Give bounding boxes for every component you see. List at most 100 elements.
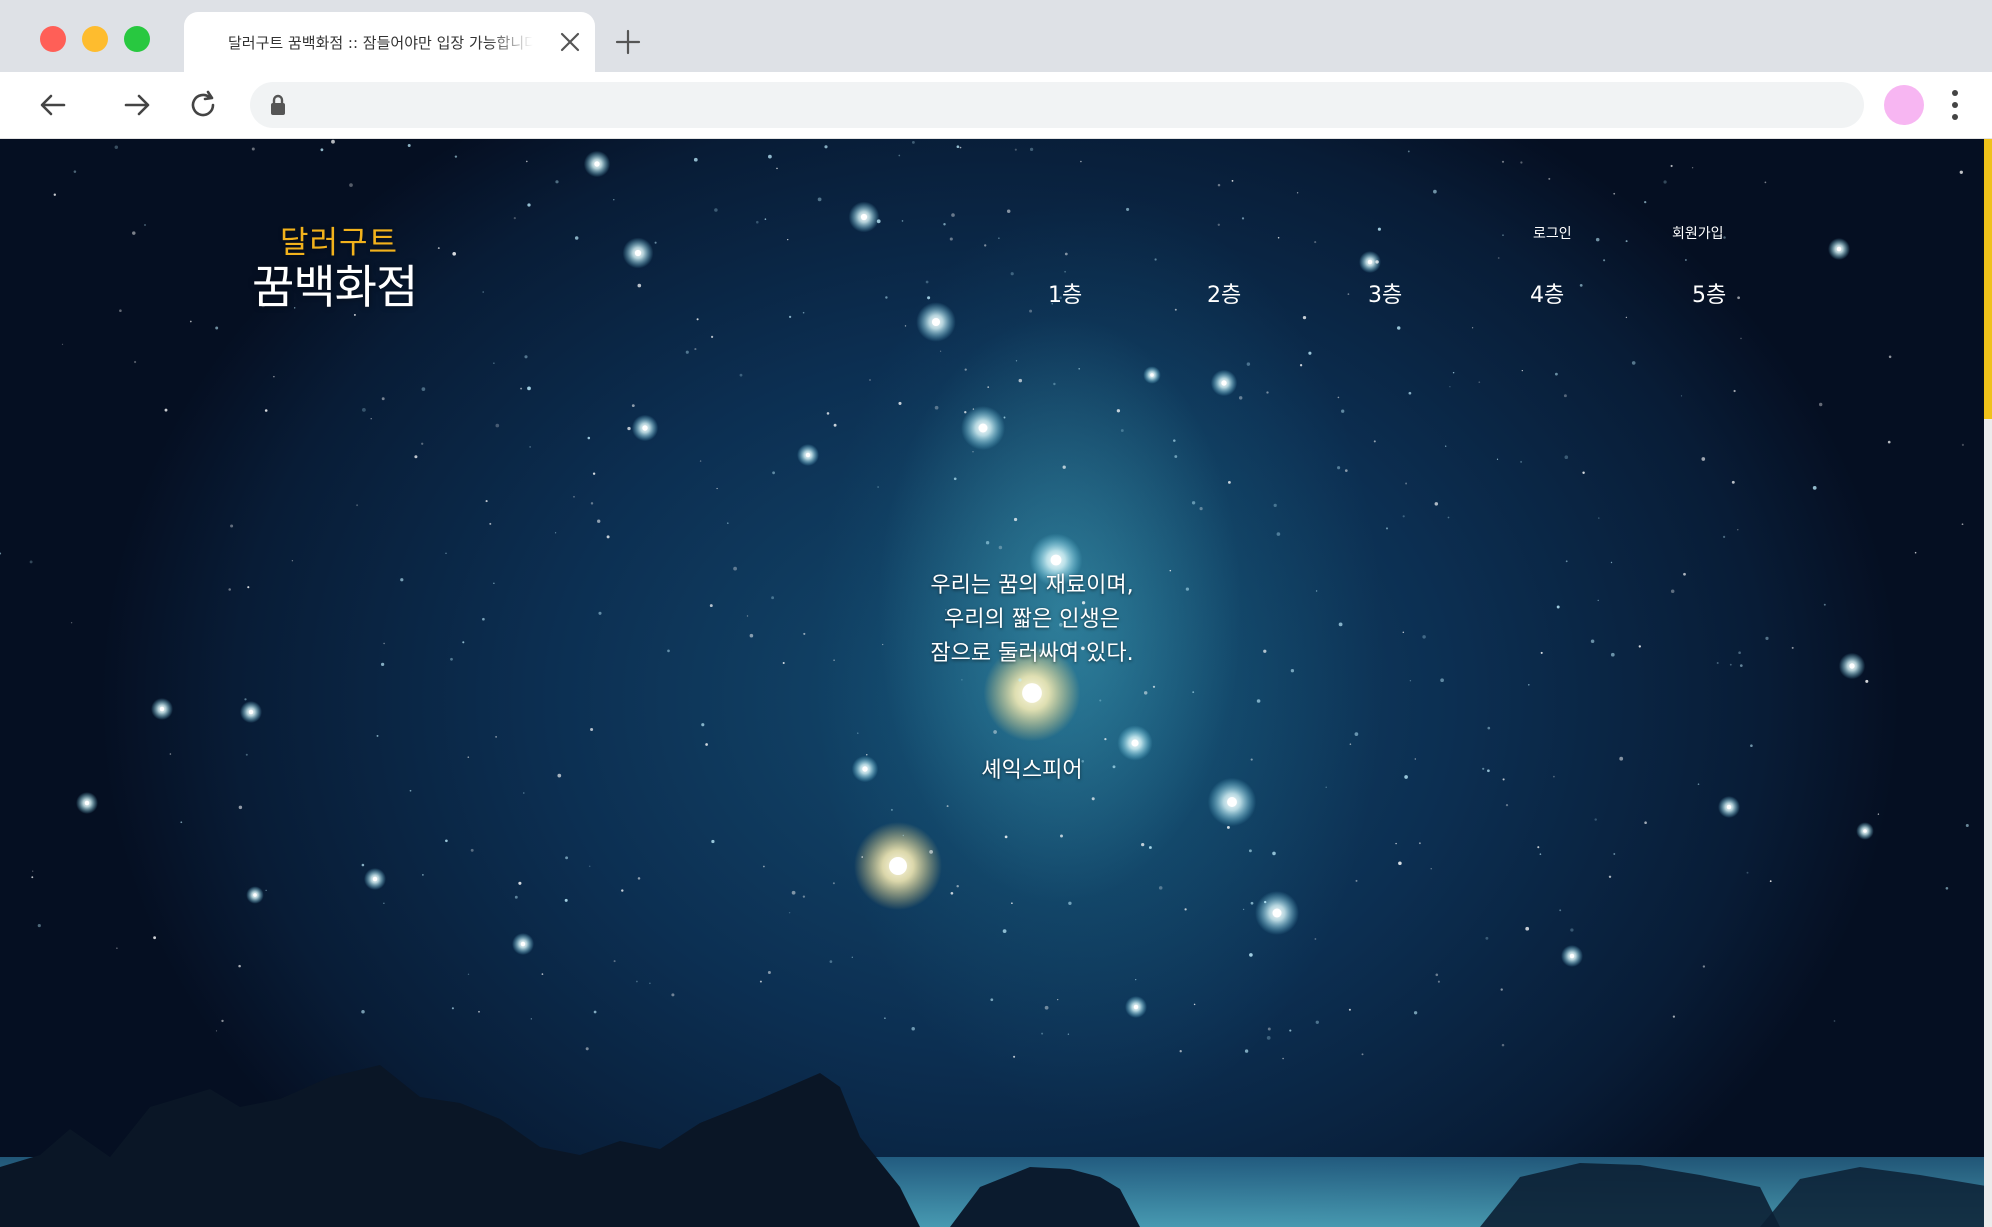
star-dust <box>1731 480 1735 484</box>
star-dust <box>939 350 942 352</box>
star-dust <box>1041 1032 1044 1035</box>
star-dust <box>1348 1008 1351 1011</box>
star-dust <box>265 889 267 891</box>
star-dust <box>1598 517 1600 519</box>
address-bar[interactable] <box>250 82 1864 128</box>
star-dust <box>445 839 448 843</box>
star-dust <box>1402 515 1405 518</box>
star-dust <box>597 519 601 523</box>
star-dust <box>1377 227 1381 231</box>
star-dust <box>613 199 615 201</box>
profile-avatar[interactable] <box>1884 85 1924 125</box>
star-dust <box>782 661 785 665</box>
star-dust <box>1594 818 1597 821</box>
star-dust <box>877 486 879 488</box>
star-dust <box>1729 663 1732 666</box>
star-dust <box>1595 237 1600 242</box>
arrow-left-icon[interactable] <box>36 88 70 122</box>
star-dust <box>437 247 440 250</box>
star-dust <box>1945 887 1949 890</box>
star-dust <box>557 773 562 778</box>
window-minimize-button[interactable] <box>82 26 108 52</box>
nav-floor-5[interactable]: 5층 <box>1692 277 1726 309</box>
star-dust <box>1289 1029 1292 1032</box>
star-dust <box>904 325 907 327</box>
browser-tab[interactable]: 달러구트 꿈백화점 :: 잠들어야만 입장 가능합니다 <box>184 12 595 72</box>
star-dust <box>972 408 975 410</box>
more-vertical-icon[interactable] <box>1944 86 1966 124</box>
arrow-right-icon[interactable] <box>120 88 154 122</box>
star-dust <box>1241 217 1245 220</box>
star <box>1726 804 1732 810</box>
window-maximize-button[interactable] <box>124 26 150 52</box>
star-dust <box>189 320 192 323</box>
star-dust <box>592 472 596 475</box>
mountain-silhouette <box>0 1065 1992 1227</box>
close-icon[interactable] <box>558 30 582 54</box>
star-dust <box>588 865 591 868</box>
star-dust <box>1078 368 1080 370</box>
star-dust <box>564 898 568 902</box>
star-dust <box>817 197 822 202</box>
star-dust <box>169 753 172 755</box>
nav-floor-1[interactable]: 1층 <box>1048 277 1082 309</box>
scrollbar-thumb[interactable] <box>1984 139 1992 419</box>
star-dust <box>1414 758 1416 760</box>
star-dust <box>1733 389 1736 393</box>
star-dust <box>898 401 902 405</box>
reload-icon[interactable] <box>186 88 220 122</box>
login-link[interactable]: 로그인 <box>1533 223 1572 243</box>
star-dust <box>890 808 893 811</box>
quote-line: 우리는 꿈의 재료이며, <box>930 573 1134 598</box>
plus-icon[interactable] <box>614 28 642 56</box>
star-dust <box>1250 901 1254 905</box>
site-logo[interactable]: 달러구트 꿈백화점 <box>250 211 430 321</box>
star-dust <box>1422 635 1426 639</box>
star-dust <box>1184 908 1187 911</box>
star-dust <box>1154 258 1157 261</box>
star-dust <box>32 870 34 872</box>
star-dust <box>1053 382 1056 386</box>
star-dust <box>1452 371 1455 374</box>
star-dust <box>1553 775 1555 778</box>
star-dust <box>356 504 359 507</box>
star-dust <box>802 895 806 898</box>
star-dust <box>520 387 523 390</box>
star-dust <box>1563 394 1567 398</box>
signup-link[interactable]: 회원가입 <box>1672 223 1724 243</box>
window-close-button[interactable] <box>40 26 66 52</box>
star-dust <box>422 874 424 876</box>
url-input[interactable] <box>300 82 1840 128</box>
star-dust <box>764 218 767 220</box>
star-dust <box>1520 460 1523 463</box>
star-dust <box>514 895 518 899</box>
star-dust <box>134 360 137 364</box>
star-dust <box>1354 732 1359 736</box>
star-dust <box>1002 929 1007 933</box>
star-dust <box>1485 936 1489 940</box>
quote-author: 셰익스피어 <box>981 758 1083 783</box>
star-dust <box>1249 953 1253 957</box>
star-dust <box>606 535 610 539</box>
star <box>1022 683 1042 703</box>
star-dust <box>987 386 990 388</box>
nav-floor-3[interactable]: 3층 <box>1368 277 1402 309</box>
star-dust <box>1914 551 1917 554</box>
star-dust <box>1737 296 1740 300</box>
nav-floor-2[interactable]: 2층 <box>1207 277 1241 309</box>
star-dust <box>527 203 531 207</box>
star-dust <box>649 982 651 985</box>
star <box>1133 1004 1139 1010</box>
star-dust <box>902 834 904 837</box>
star-dust <box>993 730 997 734</box>
nav-floor-4[interactable]: 4층 <box>1530 277 1564 309</box>
star-dust <box>598 611 602 615</box>
star <box>1150 373 1154 377</box>
star-dust <box>733 566 737 571</box>
star-dust <box>489 522 492 525</box>
star-dust <box>493 582 495 584</box>
star-dust <box>1018 378 1023 383</box>
star-dust <box>470 848 474 852</box>
star-dust <box>956 145 960 149</box>
star-dust <box>1272 851 1276 856</box>
